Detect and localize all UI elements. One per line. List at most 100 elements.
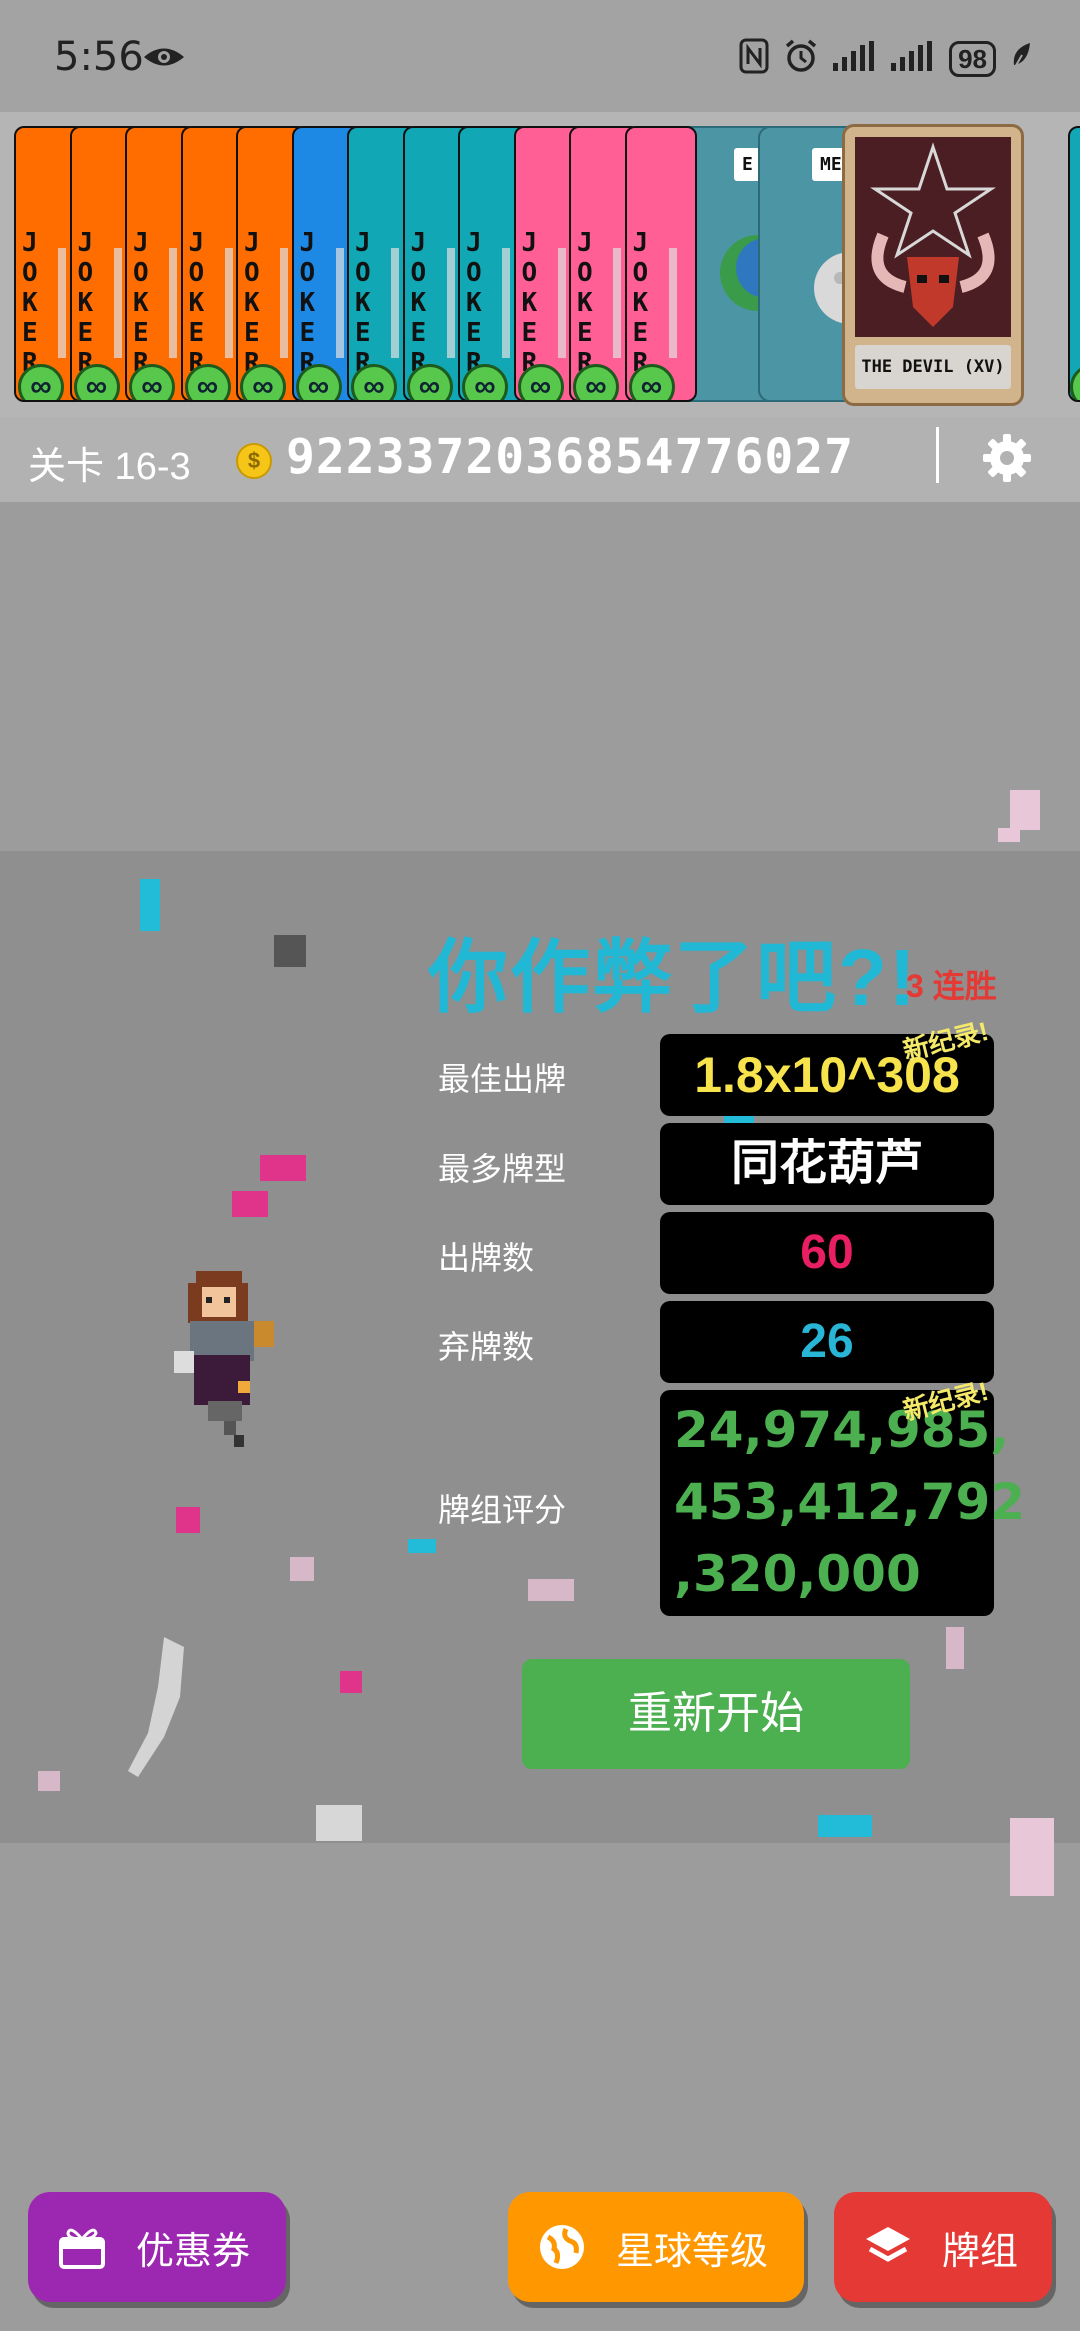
signal-icon: [833, 41, 877, 76]
joker-card-label: JOKER: [244, 228, 260, 378]
joker-card[interactable]: JOKER ∞: [624, 126, 697, 402]
discards-label: 弃牌数: [438, 1329, 535, 1365]
infinity-badge: ∞: [18, 364, 64, 400]
gift-icon: [58, 2225, 106, 2269]
win-streak: 3 连胜: [906, 968, 997, 1004]
confetti-pixel: [1010, 1818, 1054, 1896]
infinity-badge: ∞: [295, 364, 342, 400]
deck-button[interactable]: 牌组: [834, 2192, 1052, 2302]
infinity-badge: ∞: [240, 364, 286, 400]
best-hand-label: 最佳出牌: [438, 1061, 567, 1097]
coupon-button[interactable]: 优惠券: [28, 2192, 286, 2302]
confetti-pixel: [998, 828, 1020, 842]
confetti-pixel: [946, 1627, 964, 1669]
joker-card-label: JOKER: [299, 228, 316, 378]
joker-card-label: JOKER: [133, 228, 149, 378]
joker-card-label: JOKER: [410, 228, 427, 378]
devil-card-name: THE DEVIL (XV): [855, 345, 1011, 389]
infinity-badge: ∞: [628, 364, 675, 400]
card-art: [613, 248, 621, 358]
joker-card[interactable]: ∞: [1068, 126, 1080, 402]
planet-card-label: E: [734, 148, 761, 181]
card-art: [280, 248, 288, 358]
deck-label: 牌组: [942, 2230, 1019, 2273]
confetti-pixel: [260, 1155, 306, 1181]
game-result-panel: 你作弊了吧?! 3 连胜 最佳出牌 1.8x10^308 新纪录! 最多牌型 同…: [0, 851, 1080, 1843]
infinity-badge: ∞: [351, 364, 397, 400]
layers-icon: [864, 2223, 912, 2271]
joker-card-label: JOKER: [577, 228, 593, 378]
leaf-icon: [1010, 41, 1032, 76]
infinity-badge: ∞: [1070, 364, 1080, 400]
confetti-pixel: [290, 1557, 314, 1581]
alarm-icon: [783, 38, 819, 79]
card-art: [668, 248, 677, 358]
confetti-pixel: [724, 1115, 754, 1123]
joker-card-label: JOKER: [355, 228, 371, 378]
restart-button[interactable]: 重新开始: [522, 1659, 910, 1769]
joker-card-label: JOKER: [188, 228, 205, 378]
discards-value: 26: [660, 1301, 994, 1383]
globe-icon: [538, 2223, 586, 2271]
hands-played-label: 出牌数: [438, 1240, 535, 1276]
confetti-pixel: [316, 1805, 362, 1841]
joker-card-label: JOKER: [466, 228, 482, 378]
confetti-pixel: [340, 1671, 362, 1693]
devil-tarot-card[interactable]: THE DEVIL (XV): [842, 124, 1024, 406]
signal-2-icon: [891, 41, 935, 76]
card-art: [224, 248, 233, 358]
infinity-badge: ∞: [73, 364, 120, 400]
confetti-pixel: [176, 1507, 200, 1533]
infinity-badge: ∞: [184, 364, 231, 400]
deck-score-label: 牌组评分: [438, 1492, 567, 1528]
joker-card-label: JOKER: [632, 228, 649, 378]
result-title: 你作弊了吧?!: [428, 933, 918, 1022]
confetti-pixel: [140, 879, 160, 931]
nfc-icon: [739, 38, 769, 79]
joker-card-label: JOKER: [521, 228, 538, 378]
info-bar: 关卡 16-3 $ 9223372036854776027: [0, 417, 1080, 502]
infinity-badge: ∞: [573, 364, 619, 400]
card-art: [169, 248, 177, 358]
gear-icon[interactable]: [982, 433, 1032, 488]
status-time: 5:56: [54, 34, 144, 80]
money-counter: 9223372036854776027: [286, 429, 855, 485]
infinity-badge: ∞: [462, 364, 508, 400]
card-art: [113, 248, 122, 358]
eye-icon: [142, 44, 186, 75]
devil-artwork: [855, 137, 1011, 337]
confetti-pixel: [274, 935, 306, 967]
planet-level-label: 星球等级: [616, 2230, 769, 2273]
infinity-badge: ∞: [406, 364, 453, 400]
confetti-pixel: [408, 1539, 436, 1553]
card-art: [391, 248, 399, 358]
deck-score-line: ,320,000: [674, 1545, 921, 1603]
hands-played-value: 60: [660, 1212, 994, 1294]
coin-icon: $: [236, 443, 272, 479]
hero-character-sprite: [174, 1271, 274, 1447]
joker-card-label: JOKER: [22, 228, 38, 378]
coupon-label: 优惠券: [136, 2230, 251, 2273]
card-art: [446, 248, 455, 358]
status-bar: 5:56 98: [0, 0, 1080, 112]
joker-card-label: JOKER: [77, 228, 94, 378]
confetti-pixel: [1010, 790, 1040, 830]
joker-card-strip[interactable]: JOKER ∞ JOKER ∞ JOKER ∞ JOKER ∞ JOKER ∞ JOKER ∞ JOKE…: [0, 112, 1080, 417]
planet-level-button[interactable]: 星球等级: [508, 2192, 804, 2302]
level-indicator: 关卡 16-3: [28, 446, 191, 488]
divider: [936, 427, 939, 483]
card-art: [58, 248, 66, 358]
battery-icon: 98: [949, 40, 996, 77]
confetti-pixel: [528, 1579, 574, 1601]
infinity-badge: ∞: [517, 364, 564, 400]
confetti-pixel: [232, 1191, 268, 1217]
infinity-badge: ∞: [129, 364, 175, 400]
feather-pixel: [128, 1637, 184, 1777]
most-hand-type-value: 同花葫芦: [660, 1123, 994, 1205]
card-art: [502, 248, 510, 358]
deck-score-line: 453,412,792: [674, 1473, 1026, 1531]
card-art: [557, 248, 566, 358]
deck-score-value: 24,974,985, 453,412,792 ,320,000: [660, 1390, 1026, 1616]
confetti-pixel: [38, 1771, 60, 1791]
most-hand-type-label: 最多牌型: [438, 1151, 567, 1187]
